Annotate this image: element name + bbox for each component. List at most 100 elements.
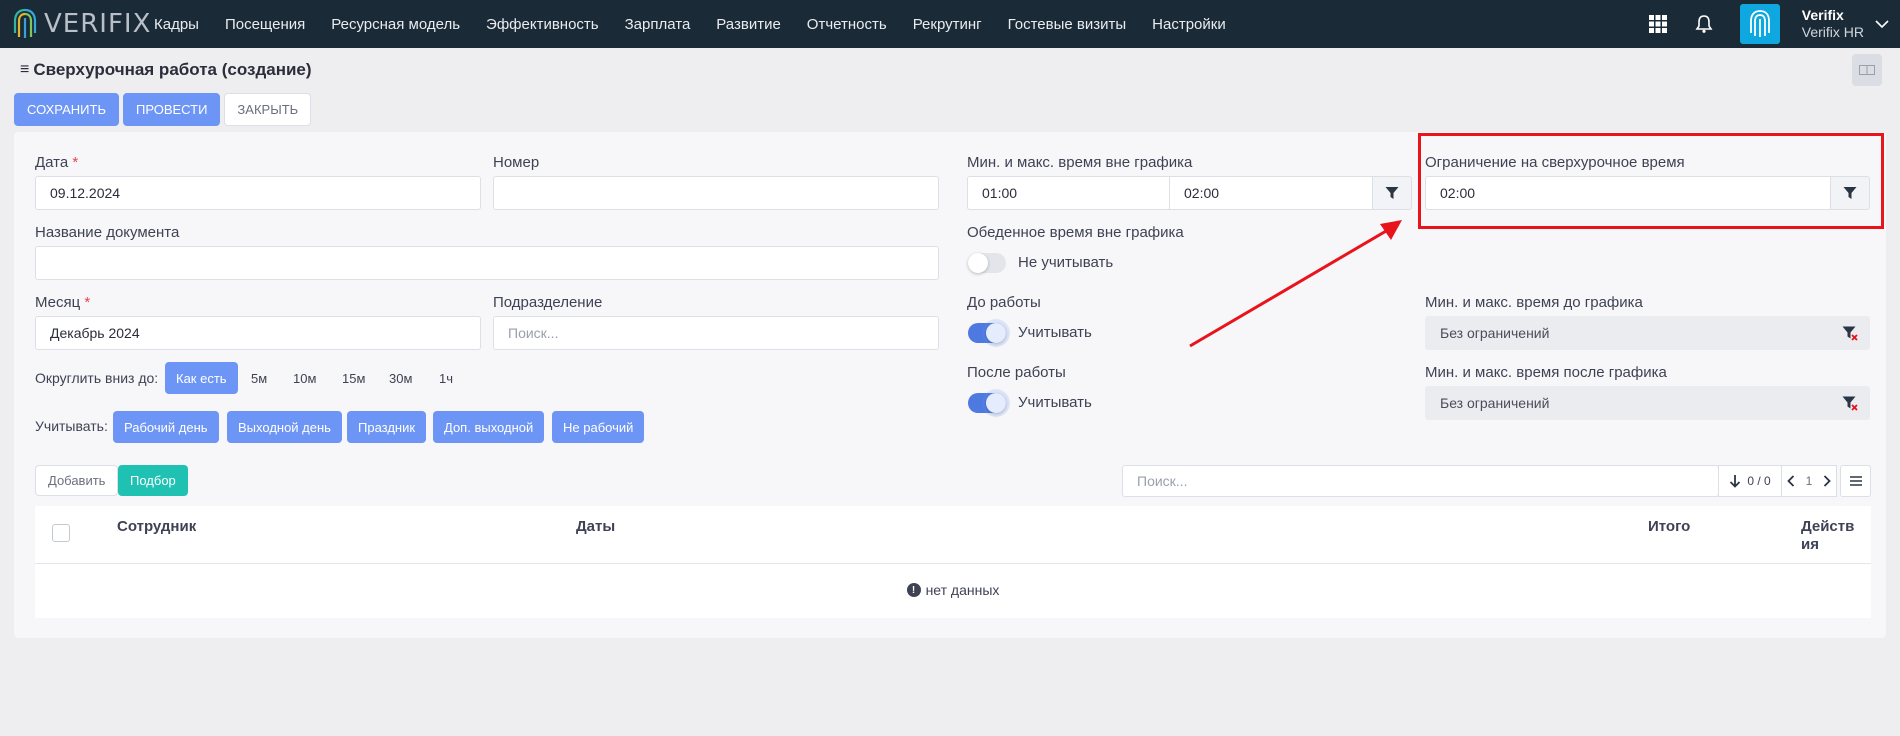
month-field[interactable]: Декабрь 2024 [35,316,481,350]
pagination: 1 [1781,465,1837,497]
lunch-label: Обеденное время вне графика [967,224,1184,241]
avatar[interactable] [1739,4,1780,44]
round-option-10m[interactable]: 10м [282,362,327,394]
round-option-1h[interactable]: 1ч [428,362,464,394]
user-menu[interactable]: Verifix Verifix HR [1802,7,1864,41]
chevron-left-icon[interactable] [1787,475,1795,487]
empty-state-text: нет данных [925,582,1000,598]
nav-item-efficiency[interactable]: Эффективность [486,16,599,33]
date-label: Дата * [35,154,79,171]
count-option-dayoff[interactable]: Выходной день [227,411,342,443]
post-button[interactable]: ПРОВЕСТИ [122,93,221,126]
number-field[interactable] [493,176,939,210]
count-option-nonworking[interactable]: Не рабочий [552,411,645,443]
nav-item-attendance[interactable]: Посещения [225,16,305,33]
main-menu: Кадры Посещения Ресурсная модель Эффекти… [154,0,1252,48]
arrow-down-icon [1730,475,1741,488]
col-employee[interactable]: Сотрудник [117,518,196,535]
nav-item-reports[interactable]: Отчетность [807,16,887,33]
chevron-right-icon[interactable] [1823,475,1831,487]
count-option-extra-dayoff[interactable]: Доп. выходной [433,411,545,443]
table-header: Сотрудник Даты Итого Действия [35,506,1871,564]
empty-state: ! нет данных [35,582,1871,598]
filter-clear-icon [1842,326,1858,341]
count-option-holiday[interactable]: Праздник [347,411,427,443]
table-search-field[interactable]: Поиск... [1122,465,1719,497]
column-settings-button[interactable] [1840,465,1871,497]
add-row-button[interactable]: Добавить [35,465,119,496]
chevron-down-icon[interactable] [1874,16,1890,32]
document-name-label: Название документа [35,224,180,241]
table-body: ! нет данных [35,564,1871,618]
filter-icon [1385,187,1399,199]
save-button[interactable]: СОХРАНИТЬ [14,93,119,126]
nav-item-development[interactable]: Развитие [716,16,781,33]
nav-item-kadry[interactable]: Кадры [154,16,199,33]
after-range-field[interactable]: Без ограничений [1425,386,1831,420]
columns-icon [1859,65,1875,75]
nav-item-settings[interactable]: Настройки [1152,16,1226,33]
lunch-toggle[interactable] [968,253,1006,273]
lunch-toggle-label: Не учитывать [1018,254,1114,271]
before-range-label: Мин. и макс. время до графика [1425,294,1643,311]
before-range-field[interactable]: Без ограничений [1425,316,1831,350]
nav-item-resource-model[interactable]: Ресурсная модель [331,16,460,33]
division-search-field[interactable]: Поиск... [493,316,939,350]
count-label: Учитывать: [35,418,108,434]
offschedule-min-field[interactable]: 01:00 [967,176,1170,210]
before-work-toggle-label: Учитывать [1018,324,1092,341]
row-count: 0 / 0 [1747,474,1771,488]
round-option-15m[interactable]: 15м [331,362,376,394]
fingerprint-icon [1749,10,1770,37]
after-work-toggle-label: Учитывать [1018,394,1092,411]
annotation-highlight-box [1418,133,1884,229]
before-range-filter-clear-button[interactable] [1830,316,1870,350]
bell-icon[interactable] [1694,14,1714,34]
division-label: Подразделение [493,294,603,311]
round-option-30m[interactable]: 30м [378,362,423,394]
date-field[interactable]: 09.12.2024 [35,176,481,210]
document-name-field[interactable] [35,246,939,280]
offschedule-max-field[interactable]: 02:00 [1169,176,1373,210]
nav-right: Verifix Verifix HR [1648,0,1900,48]
nav-item-guest-visits[interactable]: Гостевые визиты [1008,16,1127,33]
logo[interactable]: VERIFIX [12,6,151,42]
apps-grid-icon[interactable] [1648,14,1668,34]
select-all-checkbox[interactable] [52,524,70,542]
nav-item-salary[interactable]: Зарплата [625,16,691,33]
offschedule-label: Мин. и макс. время вне графика [967,154,1193,171]
number-label: Номер [493,154,540,171]
user-name: Verifix [1801,7,1844,23]
after-work-toggle[interactable] [968,389,1010,417]
count-option-workday[interactable]: Рабочий день [113,411,219,443]
nav-item-recruiting[interactable]: Рекрутинг [913,16,982,33]
before-work-label: До работы [967,294,1041,311]
user-company: Verifix HR [1801,24,1864,40]
round-option-as-is[interactable]: Как есть [165,362,238,394]
col-total[interactable]: Итого [1648,518,1690,535]
info-icon: ! [906,583,921,597]
top-navbar: VERIFIX Кадры Посещения Ресурсная модель… [0,0,1900,48]
col-actions: Действия [1801,518,1855,553]
page-number: 1 [1805,474,1813,488]
after-range-filter-clear-button[interactable] [1830,386,1870,420]
fingerprint-logo-icon [13,8,37,38]
hamburger-menu-icon[interactable]: ≡ [20,61,29,79]
close-button[interactable]: ЗАКРЫТЬ [224,93,312,126]
layout-toggle-button[interactable] [1852,54,1882,86]
round-option-5m[interactable]: 5м [240,362,278,394]
before-work-toggle[interactable] [968,319,1010,347]
sort-counter[interactable]: 0 / 0 [1718,465,1782,497]
page-title: ≡ Сверхурочная работа (создание) [20,60,312,80]
action-bar: СОХРАНИТЬ ПРОВЕСТИ ЗАКРЫТЬ [14,93,315,126]
offschedule-filter-button[interactable] [1372,176,1412,210]
col-dates[interactable]: Даты [576,518,615,535]
filter-clear-icon [1842,396,1858,411]
logo-text: VERIFIX [44,9,152,39]
pick-button[interactable]: Подбор [118,465,188,496]
page-title-text: Сверхурочная работа (создание) [33,60,312,79]
list-icon [1849,476,1862,486]
round-label: Округлить вниз до: [35,370,159,386]
month-label: Месяц * [35,294,91,311]
annotation-arrow [1189,220,1402,348]
